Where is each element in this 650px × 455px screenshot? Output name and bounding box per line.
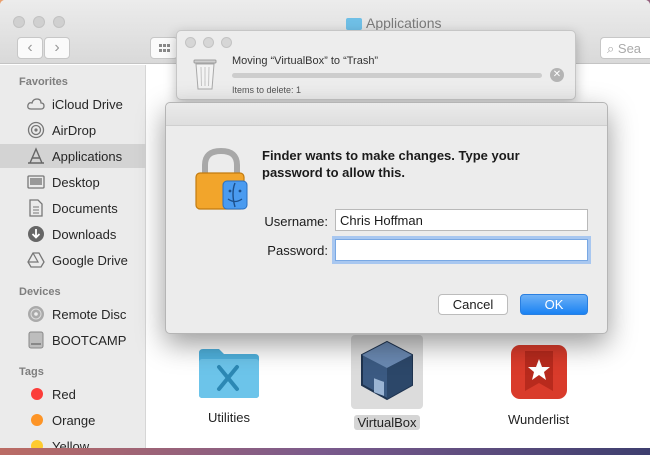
folder-icon	[346, 18, 362, 30]
zoom-window-button[interactable]	[53, 16, 65, 28]
tag-red-dot-icon	[31, 388, 43, 400]
sidebar-item-documents[interactable]: Documents	[0, 196, 146, 220]
app-item-virtualbox[interactable]: VirtualBox	[351, 335, 423, 430]
username-label: Username:	[264, 214, 328, 229]
ok-button[interactable]: OK	[520, 294, 588, 315]
drive-icon	[27, 331, 45, 349]
progress-title: Moving “VirtualBox” to “Trash”	[232, 55, 379, 67]
lock-icon	[193, 147, 249, 216]
progress-subtitle: Items to delete: 1	[232, 85, 302, 95]
sidebar-item-tag-red[interactable]: Red	[0, 382, 146, 406]
google-drive-icon	[27, 251, 45, 269]
stop-button[interactable]: ✕	[550, 68, 564, 82]
grid-view-icon	[159, 44, 170, 52]
virtualbox-icon	[351, 335, 423, 409]
progress-bar	[232, 73, 542, 78]
sidebar-item-tag-yellow[interactable]: Yellow	[0, 434, 146, 448]
username-field[interactable]	[335, 209, 588, 231]
minimize-window-button[interactable]	[33, 16, 45, 28]
view-mode-button[interactable]	[150, 37, 178, 59]
wunderlist-icon	[509, 343, 569, 406]
progress-minimize-button[interactable]	[203, 37, 214, 48]
sidebar-item-tag-orange[interactable]: Orange	[0, 408, 146, 432]
sidebar-item-desktop[interactable]: Desktop	[0, 170, 146, 194]
documents-icon	[27, 199, 45, 217]
disc-icon	[27, 305, 45, 323]
close-icon: ✕	[552, 69, 562, 80]
app-item-wunderlist[interactable]: Wunderlist	[505, 343, 572, 427]
forward-button[interactable]: ›	[44, 37, 70, 59]
tag-orange-dot-icon	[31, 414, 43, 426]
airdrop-icon	[27, 121, 45, 139]
close-window-button[interactable]	[13, 16, 25, 28]
dialog-message: Finder wants to make changes. Type your …	[262, 148, 520, 180]
sidebar-item-google-drive[interactable]: Google Drive	[0, 248, 146, 272]
cloud-icon	[27, 95, 45, 113]
sidebar-item-icloud-drive[interactable]: iCloud Drive	[0, 92, 146, 116]
devices-header: Devices	[19, 286, 61, 298]
trash-icon	[191, 57, 219, 96]
sidebar-item-applications[interactable]: Applications	[0, 144, 146, 168]
desktop-icon	[27, 173, 45, 191]
sidebar-item-downloads[interactable]: Downloads	[0, 222, 146, 246]
chevron-left-icon: ‹	[27, 39, 33, 56]
password-label: Password:	[267, 243, 328, 258]
search-input[interactable]: ⌕ Sea	[600, 37, 650, 59]
tag-yellow-dot-icon	[31, 440, 43, 448]
cancel-button[interactable]: Cancel	[438, 294, 508, 315]
progress-close-button[interactable]	[185, 37, 196, 48]
tags-header: Tags	[19, 366, 44, 378]
search-icon: ⌕	[607, 41, 615, 56]
chevron-right-icon: ›	[54, 39, 60, 56]
window-title: Applications	[346, 15, 442, 31]
sidebar-item-remote-disc[interactable]: Remote Disc	[0, 302, 146, 326]
favorites-header: Favorites	[19, 76, 68, 88]
sidebar-item-bootcamp[interactable]: BOOTCAMP	[0, 328, 146, 352]
app-item-utilities[interactable]: Utilities	[197, 345, 261, 425]
authentication-dialog: Finder wants to make changes. Type your …	[165, 102, 608, 334]
applications-icon	[27, 147, 45, 165]
dialog-title-bar	[166, 103, 607, 126]
sidebar-item-airdrop[interactable]: AirDrop	[0, 118, 146, 142]
move-progress-window: Moving “VirtualBox” to “Trash” ✕ Items t…	[176, 30, 576, 100]
password-field[interactable]	[335, 239, 588, 261]
sidebar: Favorites iCloud Drive AirDrop Applicati…	[0, 65, 146, 448]
utilities-folder-icon	[197, 345, 261, 404]
back-button[interactable]: ‹	[17, 37, 43, 59]
downloads-icon	[27, 225, 45, 243]
progress-zoom-button[interactable]	[221, 37, 232, 48]
